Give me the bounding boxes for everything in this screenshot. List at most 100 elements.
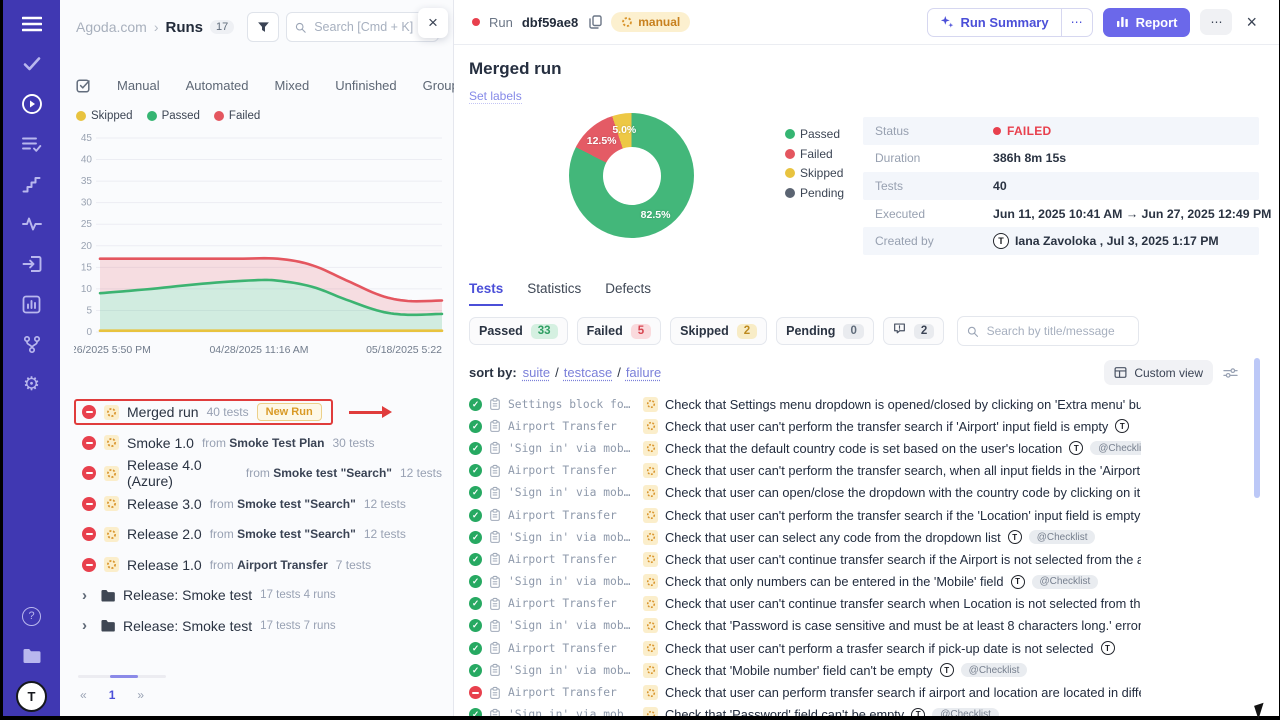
run-group-item[interactable]: › Release: Smoke test 17 tests 7 runs	[74, 611, 453, 642]
horizontal-scrollbar[interactable]	[78, 675, 166, 678]
test-suite-name[interactable]: Airport Transfer	[508, 420, 636, 433]
test-suite-name[interactable]: Airport Transfer	[508, 464, 636, 477]
run-name[interactable]: Merged run	[127, 404, 199, 420]
run-group-item[interactable]: › Release: Smoke test 17 tests 4 runs	[74, 580, 453, 611]
test-suite-name[interactable]: 'Sign in' via mobile	[508, 442, 636, 455]
reports-icon[interactable]	[3, 284, 60, 324]
pagination-next[interactable]: »	[137, 688, 144, 702]
sort-by-suite-link[interactable]: suite	[523, 365, 550, 380]
run-summary-more-button[interactable]: ⋯	[1061, 9, 1092, 36]
test-row[interactable]: Airport Transfer Check that user can't p…	[469, 460, 1141, 482]
tab-defects[interactable]: Defects	[605, 281, 651, 306]
vertical-scrollbar[interactable]	[1254, 358, 1260, 498]
activity-icon[interactable]	[3, 204, 60, 244]
test-row[interactable]: 'Sign in' via mobile Check that user can…	[469, 526, 1141, 548]
report-button[interactable]: Report	[1103, 8, 1191, 37]
test-row[interactable]: Settings block for... Check that Setting…	[469, 393, 1141, 415]
settings-gear-icon[interactable]: ⚙	[3, 364, 60, 404]
test-title[interactable]: Check that user can't continue transfer …	[665, 552, 1141, 567]
run-list-item[interactable]: Release 3.0 from Smoke test "Search" 12 …	[74, 489, 453, 520]
test-suite-name[interactable]: 'Sign in' via mobile	[508, 575, 636, 588]
import-icon[interactable]	[3, 244, 60, 284]
tab-unfinished[interactable]: Unfinished	[335, 78, 396, 93]
test-title[interactable]: Check that 'Password' field can't be emp…	[665, 707, 904, 716]
test-title[interactable]: Check that user can't perform the transf…	[665, 463, 1141, 478]
test-title[interactable]: Check that 'Mobile number' field can't b…	[665, 663, 933, 678]
tests-search-input[interactable]	[985, 323, 1130, 339]
test-title[interactable]: Check that user can open/close the dropd…	[665, 485, 1140, 500]
runs-search-input[interactable]	[312, 19, 430, 35]
tab-automated[interactable]: Automated	[186, 78, 249, 93]
test-row[interactable]: 'Sign in' via mobile Check that 'Passwor…	[469, 615, 1141, 637]
select-runs-checkbox-icon[interactable]	[76, 78, 91, 93]
test-title[interactable]: Check that Settings menu dropdown is ope…	[665, 397, 1141, 412]
run-more-button[interactable]: ⋯	[1200, 9, 1232, 35]
test-row[interactable]: 'Sign in' via mobile Check that user can…	[469, 482, 1141, 504]
run-name[interactable]: Release 4.0 (Azure)	[127, 457, 238, 489]
branches-icon[interactable]	[3, 324, 60, 364]
close-run-detail-button[interactable]: ×	[1242, 12, 1261, 33]
test-suite-name[interactable]: 'Sign in' via mobile	[508, 531, 636, 544]
runs-search-box[interactable]	[286, 12, 439, 42]
test-runs-icon[interactable]	[3, 84, 60, 124]
sort-by-testcase-link[interactable]: testcase	[564, 365, 612, 380]
help-icon[interactable]: ?	[3, 596, 60, 636]
status-filter-chip[interactable]: 2	[883, 317, 944, 345]
test-title[interactable]: Check that user can't perform a trasfer …	[665, 641, 1094, 656]
test-cases-icon[interactable]	[3, 44, 60, 84]
chevron-right-icon[interactable]: ›	[82, 617, 92, 634]
set-labels-link[interactable]: Set labels	[469, 89, 522, 104]
test-row[interactable]: 'Sign in' via mobile Check that 'Passwor…	[469, 704, 1141, 716]
test-title[interactable]: Check that user can perform transfer sea…	[665, 685, 1141, 700]
close-runs-panel-button[interactable]: ×	[418, 8, 448, 38]
test-row[interactable]: Airport Transfer Check that user can per…	[469, 681, 1141, 703]
status-filter-chip[interactable]: Passed 33	[469, 317, 568, 345]
test-row[interactable]: 'Sign in' via mobile Check that 'Mobile …	[469, 659, 1141, 681]
status-filter-chip[interactable]: Skipped 2	[670, 317, 767, 345]
status-filter-chip[interactable]: Pending 0	[776, 317, 874, 345]
run-list-item[interactable]: Release 1.0 from Airport Transfer 7 test…	[74, 550, 453, 581]
pagination-page-1[interactable]: 1	[109, 688, 116, 702]
test-row[interactable]: Airport Transfer Check that user can't p…	[469, 637, 1141, 659]
pagination-prev[interactable]: «	[80, 688, 87, 702]
scrollbar-thumb[interactable]	[110, 675, 138, 678]
custom-view-button[interactable]: Custom view	[1104, 360, 1213, 385]
tab-mixed[interactable]: Mixed	[275, 78, 310, 93]
run-group-name[interactable]: Release: Smoke test	[123, 587, 252, 603]
test-suite-name[interactable]: Airport Transfer	[508, 553, 636, 566]
tests-search-box[interactable]	[957, 316, 1139, 346]
run-name[interactable]: Release 3.0	[127, 496, 202, 512]
tab-tests[interactable]: Tests	[469, 281, 503, 306]
test-suite-name[interactable]: Airport Transfer	[508, 509, 636, 522]
run-list-item[interactable]: Release 2.0 from Smoke test "Search" 12 …	[74, 519, 453, 550]
view-settings-sliders-icon[interactable]	[1223, 367, 1238, 379]
test-suite-name[interactable]: 'Sign in' via mobile	[508, 708, 636, 716]
test-suite-name[interactable]: Settings block for...	[508, 398, 636, 411]
test-row[interactable]: Airport Transfer Check that user can't c…	[469, 593, 1141, 615]
status-filter-chip[interactable]: Failed 5	[577, 317, 662, 345]
run-summary-button[interactable]: Run Summary	[928, 9, 1060, 36]
menu-icon[interactable]	[3, 4, 60, 44]
test-title[interactable]: Check that only numbers can be entered i…	[665, 574, 1004, 589]
run-name[interactable]: Release 1.0	[127, 557, 202, 573]
steps-icon[interactable]	[3, 164, 60, 204]
sort-by-failure-link[interactable]: failure	[626, 365, 661, 380]
test-title[interactable]: Check that user can't continue transfer …	[665, 596, 1141, 611]
test-row[interactable]: 'Sign in' via mobile Check that the defa…	[469, 437, 1141, 459]
test-title[interactable]: Check that user can't perform the transf…	[665, 419, 1108, 434]
projects-folder-icon[interactable]	[3, 636, 60, 676]
test-suite-name[interactable]: 'Sign in' via mobile	[508, 486, 636, 499]
test-suite-name[interactable]: Airport Transfer	[508, 642, 636, 655]
tab-statistics[interactable]: Statistics	[527, 281, 581, 306]
test-suite-name[interactable]: 'Sign in' via mobile	[508, 619, 636, 632]
test-title[interactable]: Check that the default country code is s…	[665, 441, 1062, 456]
test-plans-icon[interactable]	[3, 124, 60, 164]
test-suite-name[interactable]: Airport Transfer	[508, 597, 636, 610]
run-name[interactable]: Smoke 1.0	[127, 435, 194, 451]
run-group-name[interactable]: Release: Smoke test	[123, 618, 252, 634]
test-row[interactable]: Airport Transfer Check that user can't c…	[469, 548, 1141, 570]
run-name[interactable]: Release 2.0	[127, 526, 202, 542]
tab-manual[interactable]: Manual	[117, 78, 160, 93]
breadcrumb-project[interactable]: Agoda.com	[76, 19, 147, 35]
test-title[interactable]: Check that user can't perform the transf…	[665, 508, 1140, 523]
